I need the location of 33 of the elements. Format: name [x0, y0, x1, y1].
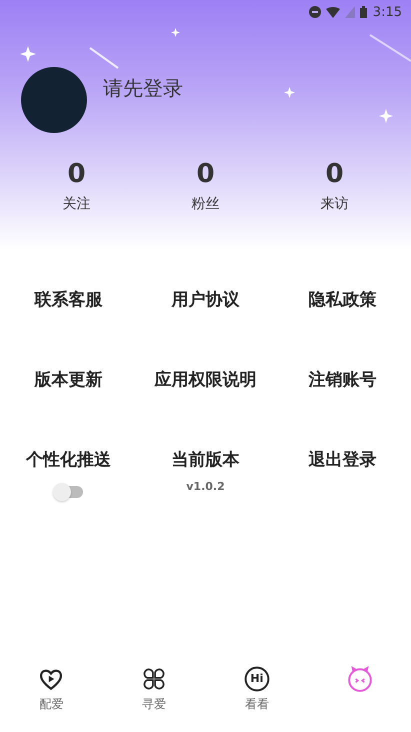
menu-item[interactable]: 版本更新 [34, 368, 102, 392]
sparkle-icon [379, 109, 393, 123]
menu-item[interactable]: 个性化推送 [26, 448, 111, 472]
stat-label[interactable]: 粉丝 [192, 195, 220, 213]
hi-bubble-icon[interactable]: Hi [244, 666, 270, 692]
menu-item[interactable]: 联系客服 [34, 288, 102, 312]
menu-item[interactable]: 用户协议 [172, 288, 240, 312]
stat-label[interactable]: 关注 [62, 195, 90, 213]
toggle-switch[interactable] [54, 486, 82, 498]
menu-item[interactable]: 应用权限说明 [154, 368, 256, 392]
menu-item[interactable]: 注销账号 [308, 368, 376, 392]
stat-count: 0 [325, 159, 344, 189]
stat-label[interactable]: 来访 [320, 195, 348, 213]
menu-item[interactable]: 退出登录 [308, 448, 376, 472]
wifi-icon [326, 6, 340, 18]
tab-label[interactable]: 配爱 [39, 696, 64, 713]
sparkle-icon [284, 87, 295, 98]
signal-icon [344, 6, 355, 18]
status-time: 3:15 [372, 4, 402, 20]
tab-label[interactable]: 寻爱 [142, 696, 166, 713]
tab-label[interactable]: 看看 [244, 696, 269, 713]
menu-item[interactable]: 当前版本 [172, 448, 240, 472]
clover-icon[interactable] [141, 666, 168, 692]
sparkle-icon [171, 28, 180, 37]
stat-count: 0 [196, 159, 215, 189]
version-text: v1.0.2 [186, 480, 225, 493]
stat-count: 0 [67, 159, 86, 189]
do-not-disturb-icon [308, 6, 321, 18]
cat-face-icon[interactable] [346, 666, 373, 692]
sparkle-icon [20, 46, 36, 62]
battery-icon [360, 6, 367, 18]
menu-item[interactable]: 隐私政策 [308, 288, 376, 312]
login-prompt[interactable]: 请先登录 [103, 75, 183, 102]
